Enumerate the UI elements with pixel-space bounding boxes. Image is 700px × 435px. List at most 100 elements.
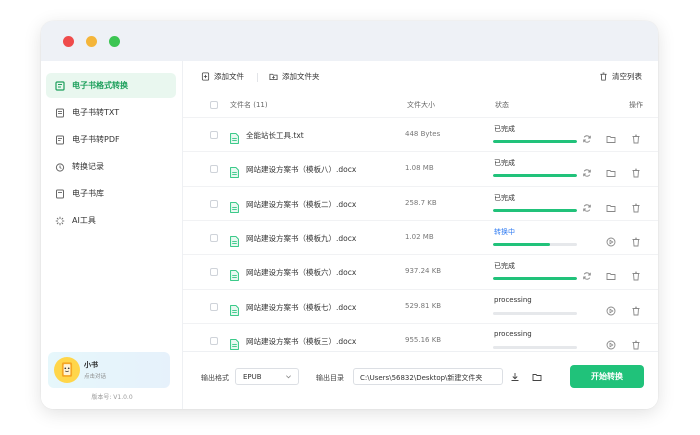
output-dir-label: 输出目录 — [316, 374, 344, 382]
chevron-down-icon — [286, 375, 291, 379]
progress-bar — [493, 208, 577, 212]
row-checkbox[interactable] — [210, 199, 218, 208]
delete-row-button[interactable] — [631, 266, 641, 281]
status-text: 已完成 — [494, 193, 515, 202]
table-row[interactable]: 网站建设方案书（模板二）.docx 258.7 KB 已完成 — [183, 185, 658, 220]
delete-row-button[interactable] — [631, 163, 641, 178]
open-file-folder-button[interactable] — [606, 163, 616, 178]
status-text: 转换中 — [494, 227, 515, 236]
download-button[interactable] — [506, 368, 524, 385]
delete-row-button[interactable] — [631, 232, 641, 247]
maximize-window-button[interactable] — [109, 36, 120, 47]
table-header: 文件名 (11) 文件大小 状态 操作 — [183, 93, 658, 117]
ai-sparkle-icon — [55, 216, 65, 226]
row-checkbox[interactable] — [210, 233, 218, 242]
add-folder-label: 添加文件夹 — [282, 72, 320, 81]
refresh-icon — [582, 266, 592, 285]
table-row[interactable]: 网站建设方案书（模板八）.docx 1.08 MB 已完成 — [183, 151, 658, 185]
file-size: 1.02 MB — [405, 232, 434, 241]
file-name: 网站建设方案书（模板八）.docx — [246, 165, 357, 175]
close-window-button[interactable] — [63, 36, 74, 47]
output-format-select[interactable]: EPUB — [235, 368, 299, 385]
row-checkbox[interactable] — [210, 268, 218, 277]
reconvert-button[interactable] — [582, 198, 592, 212]
output-dir-field[interactable]: C:\Users\56832\Desktop\新建文件夹 — [353, 368, 503, 385]
progress-bar — [493, 140, 577, 143]
delete-row-button[interactable] — [631, 301, 641, 315]
trash-icon — [631, 266, 641, 285]
file-size: 955.16 KB — [405, 335, 442, 344]
row-checkbox[interactable] — [210, 336, 218, 345]
table-row[interactable]: 网站建设方案书（模板六）.docx 937.24 KB 已完成 — [183, 254, 658, 288]
download-icon — [511, 372, 519, 381]
start-row-button[interactable] — [606, 232, 616, 247]
folder-icon — [606, 163, 616, 182]
sidebar-item-history[interactable]: 转换记录 — [46, 154, 176, 179]
trash-icon — [631, 198, 641, 217]
document-icon — [230, 129, 239, 144]
toolbar-divider — [257, 73, 258, 82]
sidebar-item-library[interactable]: 电子书库 — [46, 181, 176, 206]
trash-icon — [631, 232, 641, 251]
sidebar-item-ai-tools[interactable]: AI工具 — [46, 208, 176, 233]
open-file-folder-button[interactable] — [606, 129, 616, 143]
play-icon — [606, 301, 616, 320]
sidebar-item-ebook-convert[interactable]: 电子书格式转换 — [46, 73, 176, 98]
clear-list-button[interactable]: 清空列表 — [599, 71, 642, 82]
file-name: 网站建设方案书（模板九）.docx — [246, 233, 357, 243]
folder-icon — [532, 373, 542, 381]
table-row[interactable]: 网站建设方案书（模板七）.docx 529.81 KB processing — [183, 288, 658, 323]
refresh-icon — [582, 198, 592, 217]
status-text: 已完成 — [494, 125, 515, 133]
toolbar: 添加文件 添加文件夹 清空列表 — [183, 61, 658, 93]
sidebar-item-label: 电子书转PDF — [72, 135, 120, 144]
trash-icon — [631, 301, 641, 320]
progress-bar — [493, 311, 577, 315]
status-text: processing — [494, 329, 532, 338]
assistant-card[interactable]: 小书 点击对话 — [48, 352, 170, 388]
header-filename: 文件名 (11) — [230, 101, 268, 109]
progress-bar-fill — [493, 140, 577, 143]
sidebar-item-label: AI工具 — [72, 216, 96, 225]
assistant-name: 小书 — [84, 361, 98, 369]
table-row[interactable]: 网站建设方案书（模板九）.docx 1.02 MB 转换中 — [183, 219, 658, 254]
add-folder-button[interactable]: 添加文件夹 — [269, 71, 320, 82]
sidebar-item-ebook-to-txt[interactable]: 电子书转TXT — [46, 100, 176, 125]
output-format-label: 输出格式 — [201, 374, 229, 382]
open-folder-button[interactable] — [528, 368, 546, 385]
select-all-checkbox[interactable] — [210, 101, 218, 109]
reconvert-button[interactable] — [582, 129, 592, 143]
document-icon — [230, 335, 239, 350]
assistant-subtitle: 点击对话 — [84, 374, 107, 380]
delete-row-button[interactable] — [631, 198, 641, 213]
start-row-button[interactable] — [606, 301, 616, 315]
open-file-folder-button[interactable] — [606, 266, 616, 281]
row-checkbox[interactable] — [210, 302, 218, 311]
header-actions: 操作 — [629, 101, 643, 109]
document-icon — [230, 266, 239, 282]
trash-icon — [631, 129, 641, 148]
row-checkbox[interactable] — [210, 131, 218, 139]
reconvert-button[interactable] — [582, 266, 592, 280]
table-row[interactable]: 全能站长工具.txt 448 Bytes 已完成 — [183, 117, 658, 151]
delete-row-button[interactable] — [631, 335, 641, 350]
folder-icon — [606, 129, 616, 148]
delete-row-button[interactable] — [631, 129, 641, 144]
file-name: 全能站长工具.txt — [246, 131, 304, 140]
status-text: 已完成 — [494, 159, 515, 168]
progress-bar-fill — [493, 208, 577, 212]
add-file-button[interactable]: 添加文件 — [201, 71, 244, 82]
start-convert-button[interactable]: 开始转换 — [570, 365, 644, 388]
reconvert-button[interactable] — [582, 163, 592, 177]
file-size: 448 Bytes — [405, 130, 441, 138]
library-icon — [55, 189, 65, 199]
refresh-icon — [582, 163, 592, 182]
row-checkbox[interactable] — [210, 165, 218, 174]
trash-icon — [600, 72, 607, 81]
sidebar-item-ebook-to-pdf[interactable]: 电子书转PDF — [46, 127, 176, 152]
folder-icon — [606, 266, 616, 285]
start-row-button[interactable] — [606, 335, 616, 350]
header-status: 状态 — [495, 101, 509, 109]
minimize-window-button[interactable] — [86, 36, 97, 47]
open-file-folder-button[interactable] — [606, 198, 616, 212]
